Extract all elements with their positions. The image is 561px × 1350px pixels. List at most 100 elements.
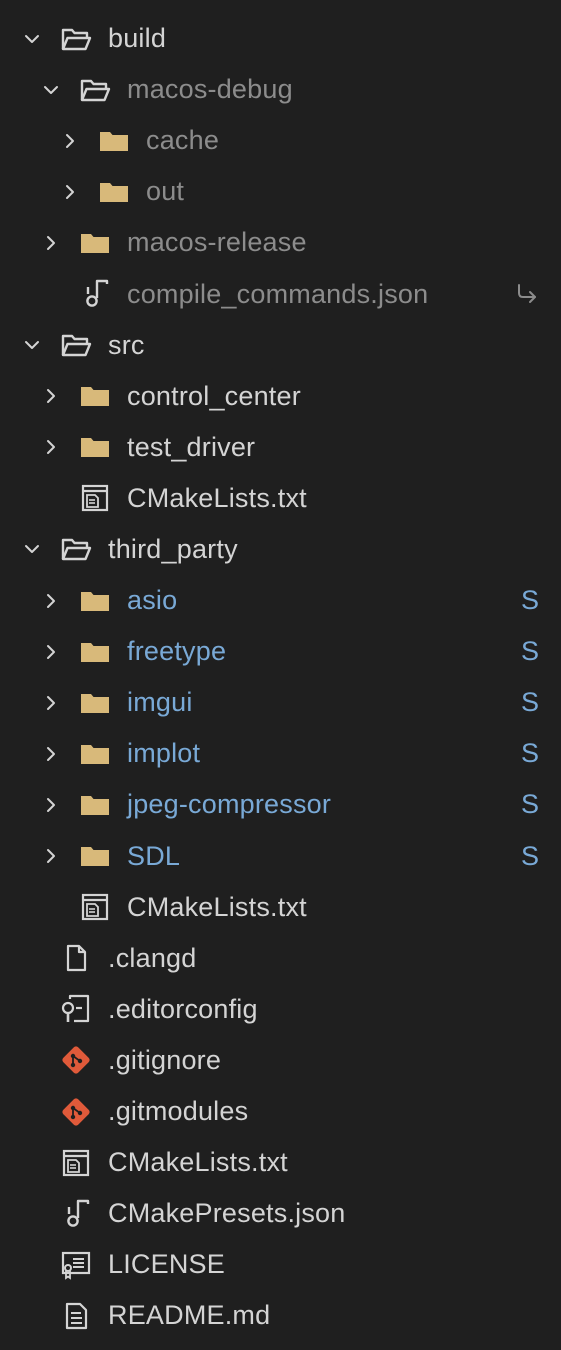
- tree-item-label: .editorconfig: [108, 993, 258, 1024]
- editorconfig-icon: [59, 984, 93, 1035]
- tree-folder-row[interactable]: control_center: [0, 371, 561, 422]
- tree-item-label: SDL: [127, 840, 181, 871]
- tree-file-row[interactable]: .editorconfig: [0, 984, 561, 1035]
- folder-icon: [78, 217, 112, 268]
- license-icon: [59, 1239, 93, 1290]
- tree-file-row[interactable]: CMakeLists.txt: [0, 882, 561, 933]
- tree-item-label: jpeg-compressor: [127, 789, 332, 820]
- tree-item-label: control_center: [127, 380, 301, 411]
- tree-file-row[interactable]: compile_commands.json: [0, 268, 561, 319]
- tree-item-label: build: [108, 23, 167, 54]
- folder-icon: [97, 115, 131, 166]
- tree-folder-row[interactable]: cache: [0, 115, 561, 166]
- submodule-badge: S: [520, 687, 539, 718]
- folder-icon: [78, 677, 112, 728]
- tree-item-label: asio: [127, 585, 178, 616]
- tree-file-row[interactable]: CMakeLists.txt: [0, 1137, 561, 1188]
- chevron-down-icon[interactable]: [21, 320, 43, 371]
- tree-file-row[interactable]: LICENSE: [0, 1239, 561, 1290]
- tree-item-label: CMakePresets.json: [108, 1198, 346, 1229]
- tree-item-label: LICENSE: [108, 1249, 225, 1280]
- tree-item-label: third_party: [108, 533, 238, 564]
- folder-icon: [97, 166, 131, 217]
- tree-item-label: freetype: [127, 636, 227, 667]
- folder-icon: [78, 779, 112, 830]
- tree-item-label: macos-debug: [127, 74, 293, 105]
- tree-item-label: cache: [146, 125, 220, 156]
- folder-icon: [78, 422, 112, 473]
- folder-open-icon: [59, 13, 93, 64]
- file-explorer-tree: build macos-debug cache out macos-release com…: [0, 13, 561, 1341]
- tree-folder-row[interactable]: build: [0, 13, 561, 64]
- tree-folder-row[interactable]: freetype S: [0, 626, 561, 677]
- tree-folder-row[interactable]: asio S: [0, 575, 561, 626]
- symlink-icon: [515, 268, 539, 319]
- submodule-badge: S: [520, 789, 539, 820]
- chevron-down-icon[interactable]: [21, 524, 43, 575]
- tree-file-row[interactable]: .gitmodules: [0, 1086, 561, 1137]
- folder-icon: [78, 831, 112, 882]
- chevron-down-icon[interactable]: [40, 64, 62, 115]
- folder-icon: [78, 575, 112, 626]
- folder-icon: [78, 728, 112, 779]
- tree-item-label: .clangd: [108, 942, 197, 973]
- cmake-icon: [78, 473, 112, 524]
- chevron-right-icon[interactable]: [40, 831, 62, 882]
- tree-folder-row[interactable]: src: [0, 320, 561, 371]
- chevron-right-icon[interactable]: [40, 371, 62, 422]
- tree-folder-row[interactable]: third_party: [0, 524, 561, 575]
- tree-item-label: CMakeLists.txt: [127, 482, 307, 513]
- tree-file-row[interactable]: CMakeLists.txt: [0, 473, 561, 524]
- submodule-badge: S: [520, 840, 539, 871]
- tree-item-label: README.md: [108, 1300, 271, 1331]
- tree-item-label: CMakeLists.txt: [108, 1147, 288, 1178]
- json-icon: [78, 268, 112, 319]
- tree-item-label: out: [146, 176, 185, 207]
- chevron-down-icon[interactable]: [21, 13, 43, 64]
- tree-folder-row[interactable]: imgui S: [0, 677, 561, 728]
- tree-folder-row[interactable]: macos-release: [0, 217, 561, 268]
- chevron-right-icon[interactable]: [59, 166, 81, 217]
- tree-item-label: compile_commands.json: [127, 278, 429, 309]
- tree-item-label: implot: [127, 738, 201, 769]
- chevron-right-icon[interactable]: [40, 575, 62, 626]
- tree-folder-row[interactable]: implot S: [0, 728, 561, 779]
- git-icon: [59, 1035, 93, 1086]
- chevron-right-icon[interactable]: [59, 115, 81, 166]
- tree-folder-row[interactable]: test_driver: [0, 422, 561, 473]
- cmake-icon: [59, 1137, 93, 1188]
- submodule-badge: S: [520, 636, 539, 667]
- tree-file-row[interactable]: .gitignore: [0, 1035, 561, 1086]
- file-icon: [59, 933, 93, 984]
- cmake-icon: [78, 882, 112, 933]
- tree-item-label: CMakeLists.txt: [127, 891, 307, 922]
- git-icon: [59, 1086, 93, 1137]
- tree-file-row[interactable]: README.md: [0, 1290, 561, 1341]
- json-icon: [59, 1188, 93, 1239]
- markdown-icon: [59, 1290, 93, 1341]
- folder-open-icon: [59, 320, 93, 371]
- chevron-right-icon[interactable]: [40, 422, 62, 473]
- submodule-badge: S: [520, 585, 539, 616]
- tree-file-row[interactable]: .clangd: [0, 933, 561, 984]
- tree-item-label: test_driver: [127, 431, 256, 462]
- tree-item-label: src: [108, 329, 145, 360]
- folder-open-icon: [78, 64, 112, 115]
- tree-item-label: .gitmodules: [108, 1096, 249, 1127]
- tree-folder-row[interactable]: out: [0, 166, 561, 217]
- folder-icon: [78, 626, 112, 677]
- chevron-right-icon[interactable]: [40, 779, 62, 830]
- tree-item-label: .gitignore: [108, 1044, 222, 1075]
- submodule-badge: S: [520, 738, 539, 769]
- tree-folder-row[interactable]: SDL S: [0, 831, 561, 882]
- tree-folder-row[interactable]: macos-debug: [0, 64, 561, 115]
- chevron-right-icon[interactable]: [40, 677, 62, 728]
- chevron-right-icon[interactable]: [40, 626, 62, 677]
- folder-icon: [78, 371, 112, 422]
- tree-file-row[interactable]: CMakePresets.json: [0, 1188, 561, 1239]
- folder-open-icon: [59, 524, 93, 575]
- chevron-right-icon[interactable]: [40, 728, 62, 779]
- tree-folder-row[interactable]: jpeg-compressor S: [0, 779, 561, 830]
- tree-item-label: macos-release: [127, 227, 307, 258]
- chevron-right-icon[interactable]: [40, 217, 62, 268]
